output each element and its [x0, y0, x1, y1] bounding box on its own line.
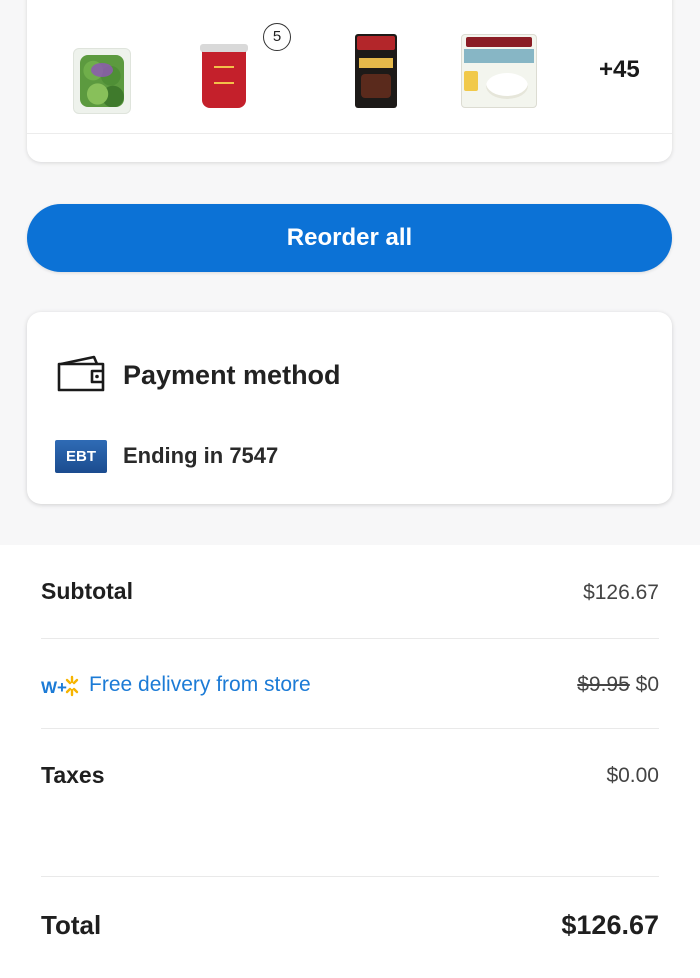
rice-bowl-image — [486, 73, 528, 99]
rice-brand — [466, 37, 532, 47]
quantity-badge: 5 — [263, 23, 291, 51]
rice-tag — [464, 71, 478, 91]
product-thumbnail-rice[interactable] — [461, 34, 537, 108]
payment-method-title: Payment method — [123, 360, 341, 390]
jerky-brand — [357, 36, 395, 50]
product-thumbnail-salad[interactable] — [73, 48, 131, 114]
payment-method-card[interactable]: Payment method EBT Ending in 7547 — [27, 312, 672, 504]
taxes-row: Taxes $0.00 — [41, 762, 659, 794]
product-thumbnail-jerky[interactable] — [355, 34, 397, 108]
card-ending-text: Ending in 7547 — [123, 443, 279, 468]
delivery-row[interactable]: W+ Free delivery from store $9.95 $0 — [41, 672, 659, 702]
ebt-card-icon: EBT — [55, 440, 107, 473]
salad-label — [91, 63, 113, 77]
subtotal-label: Subtotal — [41, 578, 133, 604]
total-row: Total $126.67 — [41, 910, 659, 946]
ramen-label — [214, 66, 234, 84]
delivery-price: $9.95 $0 — [577, 673, 659, 697]
delivery-old-price: $9.95 — [577, 673, 630, 696]
total-label: Total — [41, 910, 102, 940]
walmart-plus-icon: W+ — [41, 675, 79, 697]
rice-band — [464, 49, 534, 63]
order-items-card[interactable]: 5 +45 — [27, 0, 672, 162]
delivery-new-price: $0 — [635, 673, 659, 696]
ramen-cup-rim — [200, 44, 248, 52]
walmart-plus-text: W+ — [41, 678, 67, 697]
order-section: 5 +45 Reorder all Payment method EBT End… — [0, 0, 700, 545]
card-divider — [27, 133, 672, 134]
subtotal-row: Subtotal $126.67 — [41, 578, 659, 610]
taxes-value: $0.00 — [606, 764, 659, 787]
more-items-count[interactable]: +45 — [599, 56, 640, 84]
free-delivery-link[interactable]: Free delivery from store — [89, 673, 311, 697]
wallet-icon — [57, 355, 105, 392]
product-thumbnail-ramen[interactable] — [200, 44, 248, 108]
row-divider — [41, 876, 659, 877]
taxes-label: Taxes — [41, 762, 105, 788]
jerky-band — [359, 58, 393, 68]
total-value: $126.67 — [561, 910, 659, 940]
row-divider — [41, 728, 659, 729]
reorder-all-button[interactable]: Reorder all — [27, 204, 672, 272]
subtotal-value: $126.67 — [583, 581, 659, 604]
row-divider — [41, 638, 659, 639]
jerky-image — [361, 74, 391, 98]
